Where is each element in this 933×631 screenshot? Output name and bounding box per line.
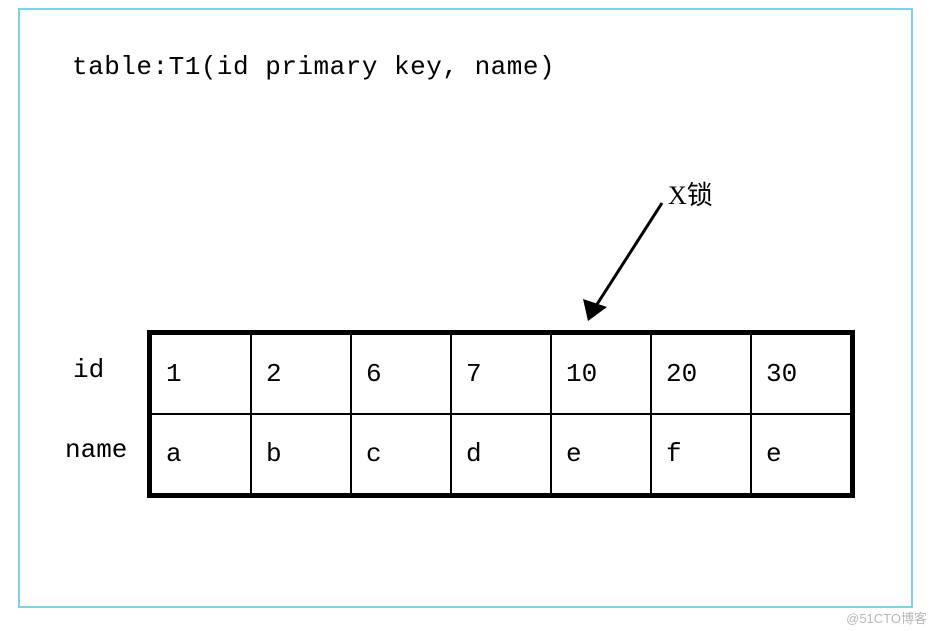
cell-name-4: e bbox=[551, 414, 651, 494]
cell-name-0: a bbox=[151, 414, 251, 494]
table-row-id: 1 2 6 7 10 20 30 bbox=[151, 334, 851, 414]
row-label-id: id bbox=[65, 330, 147, 410]
cell-name-5: f bbox=[651, 414, 751, 494]
row-labels: id name bbox=[65, 330, 147, 490]
arrow-icon bbox=[580, 197, 680, 327]
cell-id-5: 20 bbox=[651, 334, 751, 414]
cell-id-4: 10 bbox=[551, 334, 651, 414]
cell-id-6: 30 bbox=[751, 334, 851, 414]
table-definition-title: table:T1(id primary key, name) bbox=[72, 52, 555, 82]
table-area: id name 1 2 6 7 10 20 30 a b c d e f e bbox=[65, 330, 855, 498]
row-label-name: name bbox=[65, 410, 147, 490]
diagram-container: table:T1(id primary key, name) X锁 id nam… bbox=[18, 8, 913, 608]
cell-id-3: 7 bbox=[451, 334, 551, 414]
watermark: @51CTO博客 bbox=[846, 608, 927, 627]
cell-name-6: e bbox=[751, 414, 851, 494]
data-table: 1 2 6 7 10 20 30 a b c d e f e bbox=[147, 330, 855, 498]
cell-name-2: c bbox=[351, 414, 451, 494]
cell-name-3: d bbox=[451, 414, 551, 494]
cell-id-1: 2 bbox=[251, 334, 351, 414]
cell-id-2: 6 bbox=[351, 334, 451, 414]
cell-id-0: 1 bbox=[151, 334, 251, 414]
cell-name-1: b bbox=[251, 414, 351, 494]
table-row-name: a b c d e f e bbox=[151, 414, 851, 494]
